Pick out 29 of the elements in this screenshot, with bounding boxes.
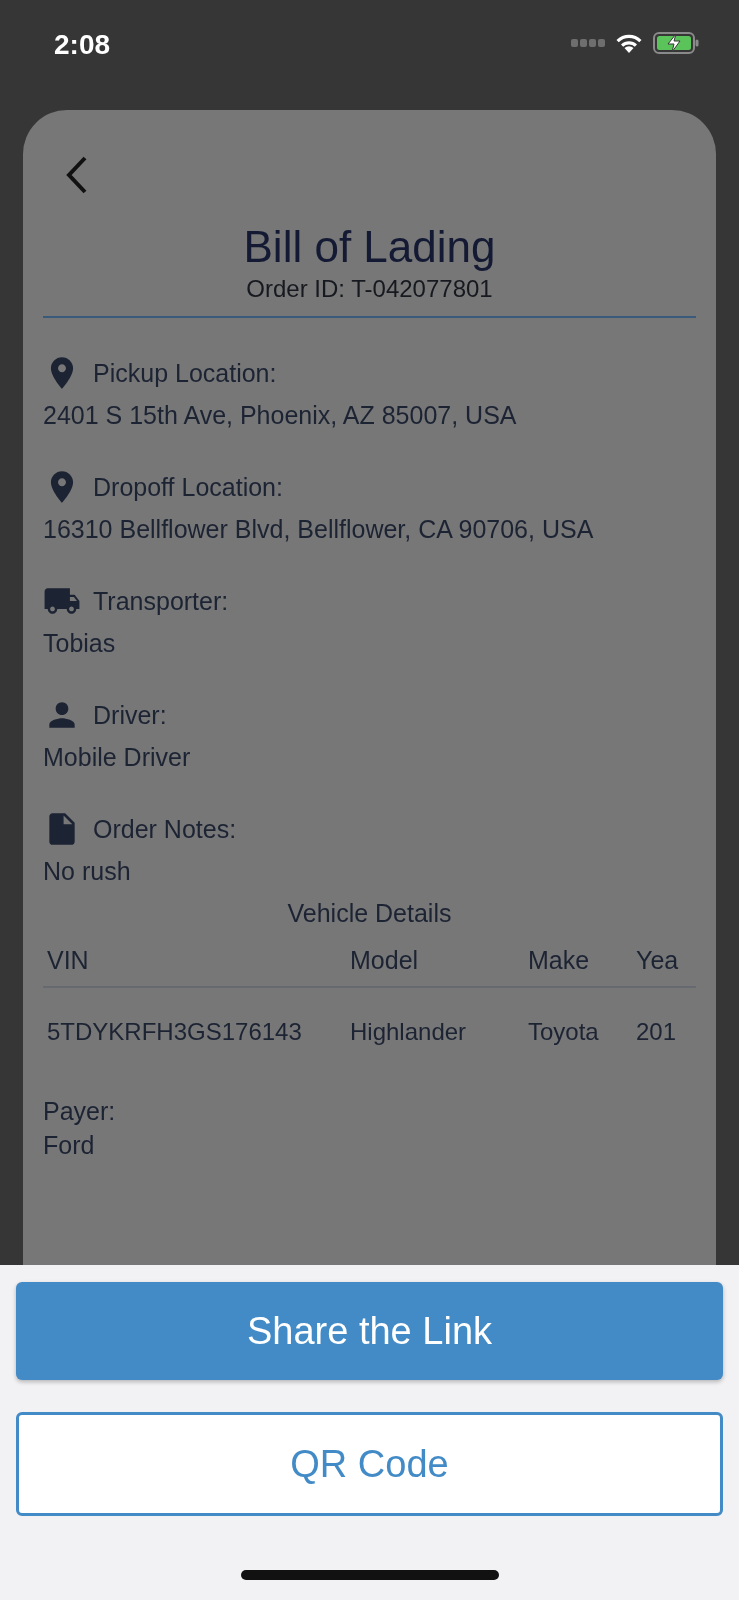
battery-charging-icon [653,32,699,54]
detail-label: Dropoff Location: [93,472,283,503]
table-cell-text: 5TDYKRFH3GS176143 [46,1018,303,1046]
detail-value: 16310 Bellflower Blvd, Bellflower, CA 90706, USA [43,514,595,545]
table-cell-text: Highlander [349,1018,468,1046]
share-button[interactable]: Share the Link [16,1282,723,1380]
signal-icon [571,39,605,47]
table-cell-text: 201 [635,1018,678,1046]
column-header: VIN [46,945,90,975]
detail-value: 2401 S 15th Ave, Phoenix, AZ 85007, USA [43,400,518,431]
order-id: Order ID: T-042077801 [245,274,494,304]
column-header: Make [527,945,591,975]
column-header: Yea [635,945,680,975]
qr-code-button[interactable]: QR Code [16,1412,723,1516]
column-header: Model [349,945,420,975]
detail-value: No rush [43,856,132,887]
payer-label: Payer: [43,1097,116,1125]
status-time: 2:08 [54,28,111,62]
page-title: Bill of Lading [242,222,497,272]
wifi-icon [615,32,643,54]
detail-value: Mobile Driver [43,742,192,773]
detail-label: Driver: [93,700,167,731]
table-cell-text: Toyota [527,1018,600,1046]
table-title: Vehicle Details [286,898,453,929]
detail-label: Pickup Location: [93,358,277,389]
detail-value: Tobias [43,628,117,659]
payer-value: Ford [43,1130,96,1161]
detail-label: Transporter: [93,586,229,617]
detail-label: Order Notes: [93,814,237,845]
